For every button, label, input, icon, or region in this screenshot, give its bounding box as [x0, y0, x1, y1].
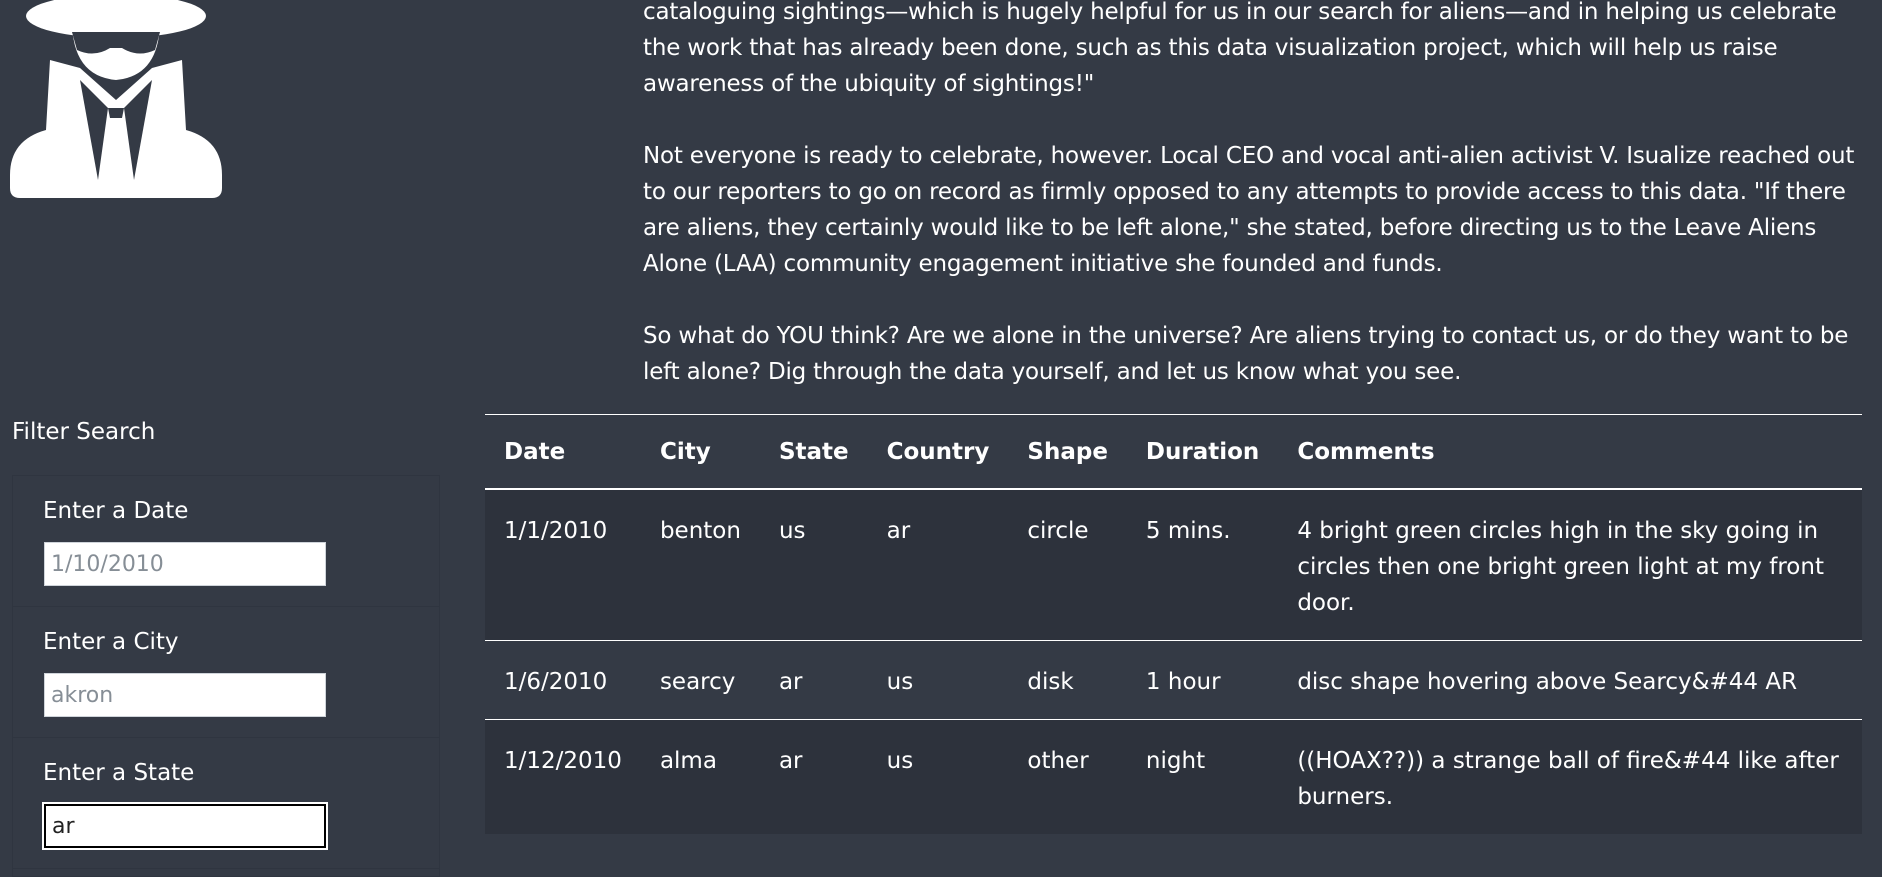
filter-panel: Enter a Date Enter a City Enter a State: [12, 475, 440, 877]
cell-state: us: [759, 489, 868, 641]
date-filter-label: Enter a Date: [43, 498, 189, 524]
cell-duration: night: [1145, 748, 1206, 774]
article-paragraph: So what do YOU think? Are we alone in th…: [643, 323, 1849, 385]
cell-date: 1/6/2010: [485, 640, 641, 720]
city-filter-input[interactable]: [44, 673, 326, 717]
filter-item-city: Enter a City: [13, 607, 439, 738]
table-row: 1/6/2010 searcy ar us disk 1 hour disc s…: [485, 640, 1862, 720]
cell-comments: 4 bright green circles high in the sky g…: [1278, 489, 1862, 641]
cell-city: searcy: [640, 640, 760, 720]
article-text: cataloguing sightings—which is hugely he…: [643, 0, 1863, 426]
cell-country: ar: [867, 489, 1009, 641]
header-state: State: [759, 414, 868, 490]
cell-duration: 1 hour: [1126, 640, 1279, 720]
table-header-row: Date City State Country Shape Duration C…: [485, 414, 1862, 490]
table-row: 1/1/2010 benton us ar circle 5 mins. 4 b…: [485, 489, 1862, 641]
cell-city: benton: [640, 489, 760, 641]
article-paragraph: cataloguing sightings—which is hugely he…: [643, 0, 1837, 97]
spy-icon: [10, 0, 222, 198]
article-paragraph: Not everyone is ready to celebrate, howe…: [643, 143, 1855, 277]
header-city: City: [640, 414, 760, 490]
cell-date: 1/12/2010: [504, 748, 622, 774]
city-filter-label: Enter a City: [43, 629, 179, 655]
filter-search-title: Filter Search: [12, 419, 156, 445]
filter-item-date: Enter a Date: [13, 476, 439, 607]
ufo-sightings-table: Date City State Country Shape Duration C…: [485, 414, 1862, 834]
table-row: 1/12/2010 alma ar us other night ((HOAX?…: [485, 719, 1862, 834]
cell-state: ar: [759, 640, 868, 720]
date-filter-input[interactable]: [44, 542, 326, 586]
header-shape: Shape: [1008, 414, 1127, 490]
cell-state: ar: [778, 748, 803, 774]
filter-item-state: Enter a State: [13, 738, 439, 869]
header-duration: Duration: [1126, 414, 1279, 490]
cell-country: us: [886, 748, 914, 774]
cell-shape: other: [1027, 748, 1089, 774]
cell-comments: disc shape hovering above Searcy&#44 AR: [1278, 640, 1862, 720]
cell-shape: circle: [1008, 489, 1127, 641]
cell-date: 1/1/2010: [485, 489, 641, 641]
sightings-table-container: Date City State Country Shape Duration C…: [485, 414, 1862, 834]
cell-shape: disk: [1008, 640, 1127, 720]
header-date: Date: [485, 414, 641, 490]
header-country: Country: [867, 414, 1009, 490]
cell-duration: 5 mins.: [1126, 489, 1279, 641]
state-filter-input[interactable]: [44, 804, 326, 848]
cell-country: us: [867, 640, 1009, 720]
cell-city: alma: [659, 748, 717, 774]
state-filter-label: Enter a State: [43, 760, 195, 786]
header-comments: Comments: [1278, 414, 1862, 490]
cell-comments: ((HOAX??)) a strange ball of fire&#44 li…: [1297, 748, 1839, 810]
